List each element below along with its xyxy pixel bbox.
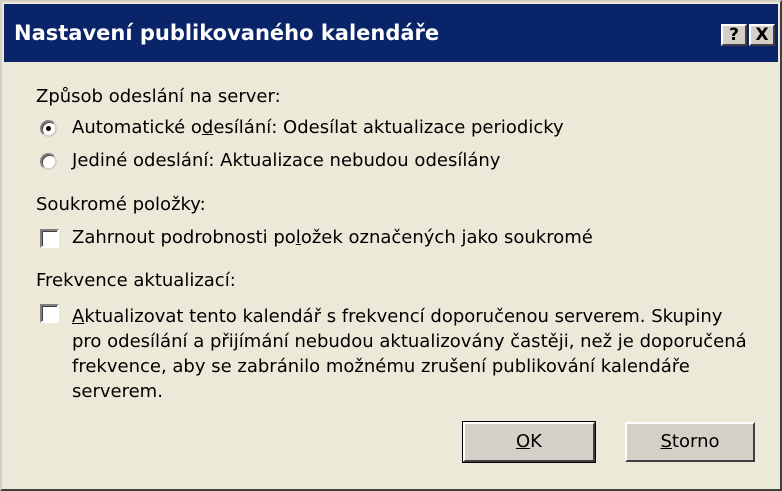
- radio-automatic-upload[interactable]: [40, 120, 57, 137]
- button-label: K: [530, 431, 542, 452]
- cancel-button[interactable]: Storno: [625, 422, 755, 462]
- dialog-title: Nastavení publikovaného kalendáře: [14, 21, 440, 45]
- publish-calendar-settings-dialog: Nastavení publikovaného kalendáře ? X Zp…: [0, 0, 782, 491]
- label-line-4: serverem.: [72, 381, 163, 402]
- radio-automatic-upload-label[interactable]: Automatické odesílání: Odesílat aktualiz…: [72, 117, 564, 138]
- label-part: Zahrnout podrobnosti po: [72, 227, 296, 248]
- title-bar[interactable]: Nastavení publikovaného kalendáře ? X: [4, 4, 778, 62]
- include-private-details-checkbox[interactable]: [40, 229, 59, 248]
- radio-single-upload[interactable]: [40, 153, 57, 170]
- label-part: Automatické o: [72, 117, 202, 138]
- radio-single-upload-label[interactable]: Jediné odeslání: Aktualizace nebudou ode…: [72, 150, 500, 171]
- accelerator-key: S: [660, 431, 672, 452]
- include-private-details-label[interactable]: Zahrnout podrobnosti položek označených …: [72, 227, 593, 248]
- server-recommended-frequency-checkbox[interactable]: [40, 304, 59, 323]
- label-part: esílání: Odesílat aktualizace periodicky: [213, 117, 564, 138]
- upload-method-label: Způsob odeslání na server:: [36, 86, 281, 107]
- close-button[interactable]: X: [749, 24, 775, 46]
- button-label: torno: [671, 431, 720, 452]
- help-button[interactable]: ?: [721, 24, 747, 46]
- update-frequency-label: Frekvence aktualizací:: [36, 270, 236, 291]
- label-part: ožek označených jako soukromé: [300, 227, 593, 248]
- private-items-label: Soukromé položky:: [36, 194, 206, 215]
- accelerator-key: d: [201, 117, 214, 138]
- label-line-3: frekvence, aby se zabránilo možnému zruš…: [72, 356, 690, 377]
- accelerator-key: A: [72, 306, 85, 327]
- label-line-2: pro odesílání a přijímání nebudou aktual…: [72, 331, 747, 352]
- ok-button[interactable]: OK: [462, 421, 596, 463]
- server-recommended-frequency-label[interactable]: Aktualizovat tento kalendář s frekvencí …: [72, 304, 762, 404]
- label-part: ediné odeslání: Aktualizace nebudou odes…: [77, 150, 501, 171]
- accelerator-key: O: [516, 431, 531, 452]
- label-part: ktualizovat tento kalendář s frekvencí d…: [84, 306, 723, 327]
- label-line-1: Aktualizovat tento kalendář s frekvencí …: [72, 304, 762, 329]
